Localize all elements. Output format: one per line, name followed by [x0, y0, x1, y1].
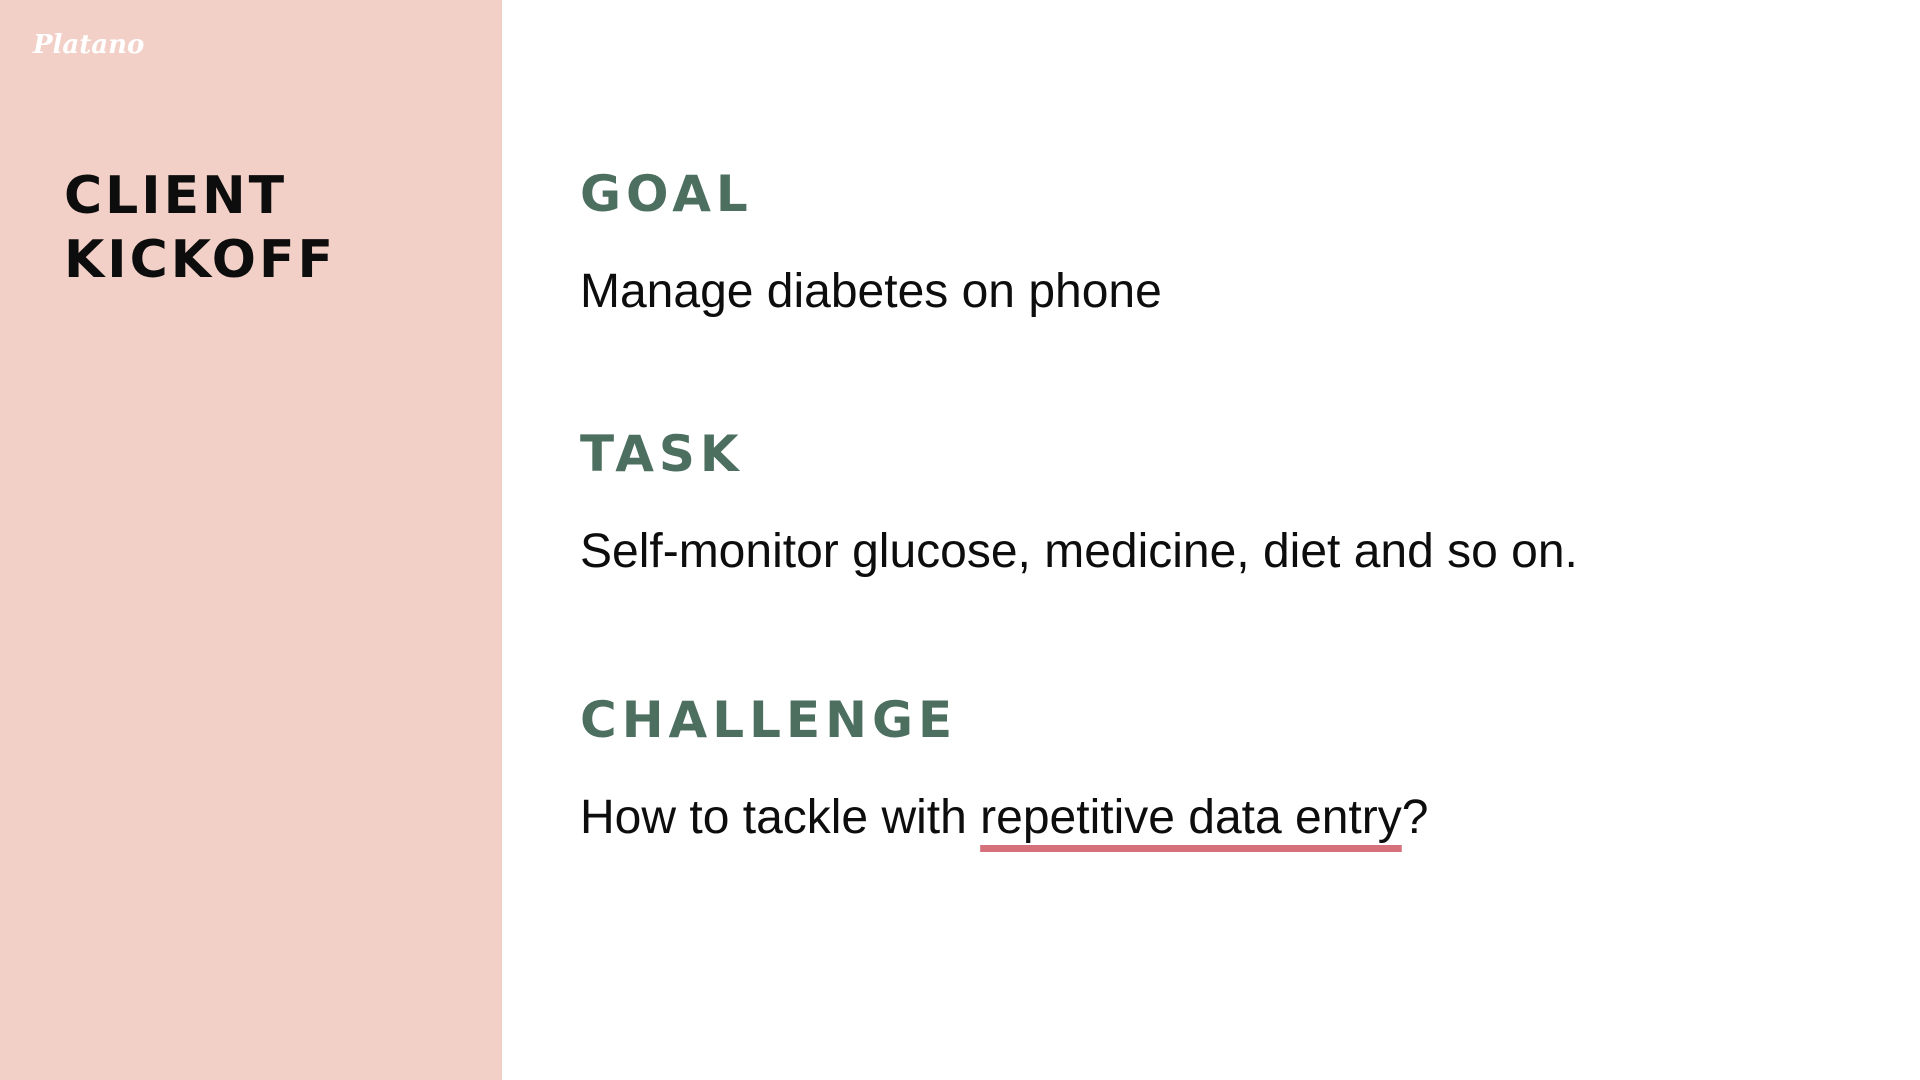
challenge-heading: CHALLENGE: [580, 691, 958, 749]
brand-logo: Platano: [33, 30, 145, 60]
challenge-highlight: repetitive data entry: [980, 791, 1402, 844]
goal-body: Manage diabetes on phone: [580, 265, 1162, 318]
slide-title-line-1: CLIENT: [64, 166, 288, 226]
task-body: Self-monitor glucose, medicine, diet and…: [580, 525, 1578, 578]
task-heading: TASK: [580, 425, 744, 483]
slide-title-line-2: KICKOFF: [64, 230, 337, 290]
challenge-body-suffix: ?: [1401, 791, 1429, 844]
goal-heading: GOAL: [580, 165, 753, 223]
challenge-body-prefix: How to tackle with: [580, 791, 981, 844]
challenge-body: How to tackle with repetitive data entry…: [580, 788, 1428, 848]
slide-title: CLIENT KICKOFF: [64, 164, 336, 292]
slide: Platano CLIENT KICKOFF GOAL Manage diabe…: [0, 0, 1920, 1080]
side-panel: Platano CLIENT KICKOFF: [0, 0, 502, 1080]
